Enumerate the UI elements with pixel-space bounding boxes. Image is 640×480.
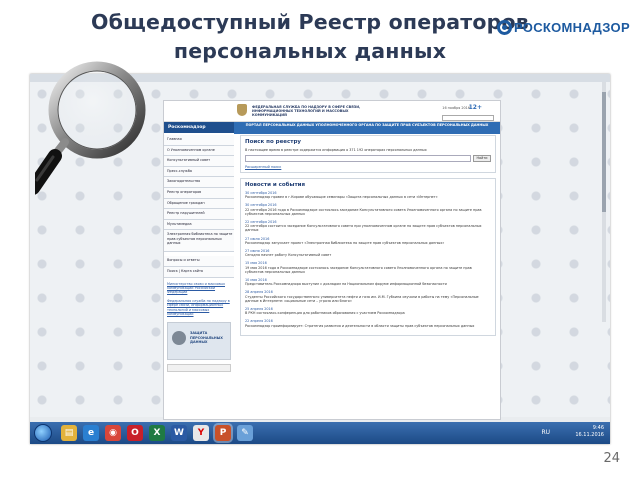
registry-website: Федеральная служба по надзору в сфере св… <box>163 100 501 420</box>
search-info: В настоящее время в реестре содержится и… <box>245 148 427 152</box>
slide-title: Общедоступный Реестр операторов персонал… <box>70 8 550 66</box>
news-box: Новости и события 30 сентября 2016 Роском… <box>240 178 496 336</box>
link-ministry[interactable]: Министерство связи и массовых коммуникац… <box>167 282 234 295</box>
site-header: Федеральная служба по надзору в сфере св… <box>164 101 500 122</box>
nav-item-search-sitemap[interactable]: Поиск | Карта сайта <box>164 266 234 278</box>
logo-text: РОСКОМНАДЗОР <box>514 19 630 35</box>
windows-explorer-icon[interactable]: ▤ <box>61 425 77 441</box>
yandex-browser-icon[interactable]: Y <box>193 425 209 441</box>
news-text: 22 сентября 2016 года в Роскомнадзоре со… <box>245 207 482 216</box>
link-roskomnadzor[interactable]: Федеральная служба по надзору в сфере св… <box>167 299 234 317</box>
news-text: Роскомнадзор провел в г.Кирове обучающие… <box>245 195 438 200</box>
registry-search-box: Поиск по реестру В настоящее время в рее… <box>240 135 496 173</box>
word-icon[interactable]: W <box>171 425 187 441</box>
main-content: Поиск по реестру В настоящее время в рее… <box>240 135 496 341</box>
news-text: 22 сентября состоится заседание Консульт… <box>245 224 482 233</box>
news-item[interactable]: 27 июня 2016 Сегодня начнет работу Консул… <box>245 249 491 257</box>
news-text: 19 мая 2016 года в Роскомнадзоре состоял… <box>245 265 472 274</box>
header-org-name: Федеральная служба по надзору в сфере св… <box>252 105 361 118</box>
coat-of-arms-icon <box>237 104 247 116</box>
scrollbar-thumb[interactable] <box>602 92 606 212</box>
nav-item-library[interactable]: Электронная библиотека по защите прав су… <box>164 230 234 253</box>
internet-explorer-icon[interactable]: e <box>83 425 99 441</box>
excel-icon[interactable]: X <box>149 425 165 441</box>
news-heading: Новости и события <box>245 182 306 188</box>
related-links: Министерство связи и массовых коммуникац… <box>164 282 234 317</box>
news-text: Сегодня начнет работу Консультативный со… <box>245 253 332 258</box>
news-item[interactable]: 28 апреля 2016 Студенты Российского госуд… <box>245 290 491 303</box>
clock-time: 9:46 <box>592 425 604 431</box>
news-text: Роскомнадзор запускает проект «Электронн… <box>245 240 445 245</box>
header-date: 16 ноября 2016 <box>442 106 470 110</box>
start-button[interactable] <box>34 424 52 442</box>
news-item[interactable]: 25 апреля 2016 В РКН состоялась конференц… <box>245 307 491 315</box>
windows-taskbar: ▤ e ◉ O X W Y P ✎ RU 9:46 16.11.2016 <box>30 422 610 444</box>
language-indicator[interactable]: RU <box>541 429 550 436</box>
advanced-search-link[interactable]: Расширенный поиск <box>245 165 491 169</box>
nav-item-violators-registry[interactable]: Реестр нарушителей <box>164 209 234 220</box>
google-chrome-icon[interactable]: ◉ <box>105 425 121 441</box>
system-clock[interactable]: 9:46 16.11.2016 <box>575 425 604 439</box>
portal-banner: Портал персональных данных Уполномоченно… <box>234 122 500 134</box>
opera-icon[interactable]: O <box>127 425 143 441</box>
powerpoint-icon[interactable]: P <box>215 425 231 441</box>
paint-icon[interactable]: ✎ <box>237 425 253 441</box>
banner-text: Защита персональных данных <box>190 331 223 345</box>
lock-icon <box>172 331 186 346</box>
news-item[interactable]: 15 мая 2016 19 мая 2016 года в Роскомнадз… <box>245 261 491 274</box>
news-item[interactable]: 22 сентября 2016 22 сентября состоится за… <box>245 220 491 233</box>
news-item[interactable]: 27 июля 2016 Роскомнадзор запускает проек… <box>245 237 491 245</box>
news-text: Студенты Российского государственного ун… <box>245 294 479 303</box>
news-item[interactable]: 22 апреля 2016 Роскомнадзор проинформируе… <box>245 319 491 327</box>
clock-date: 16.11.2016 <box>575 432 604 438</box>
protection-banner[interactable]: Защита персональных данных <box>167 322 231 361</box>
magnifying-glass-icon <box>35 61 146 195</box>
news-item[interactable]: 30 сентября 2016 22 сентября 2016 года в … <box>245 203 491 216</box>
roskomnadzor-emblem-icon <box>497 19 512 35</box>
registry-search-input[interactable] <box>245 155 471 162</box>
header-search-input[interactable] <box>442 115 494 121</box>
share-buttons[interactable] <box>167 364 231 373</box>
news-item[interactable]: 10 мая 2016 Представитель Роскомнадзора в… <box>245 278 491 286</box>
age-badge: 12+ <box>468 104 482 111</box>
nav-item-appeals[interactable]: Обращение граждан <box>164 198 234 210</box>
find-button[interactable]: Найти <box>473 155 491 162</box>
slide-title-line1: Общедоступный Реестр операторов <box>91 10 529 34</box>
page-scrollbar[interactable] <box>602 82 606 322</box>
news-text: Представитель Роскомнадзора выступил с д… <box>245 282 447 287</box>
news-text: Роскомнадзор проинформирует: Стратегия р… <box>245 323 475 328</box>
search-heading: Поиск по реестру <box>245 139 302 145</box>
nav-item-faq[interactable]: Вопросы и ответы <box>164 256 234 267</box>
news-text: В РКН состоялась конференция для работни… <box>245 311 405 316</box>
roskomnadzor-logo: РОСКОМНАДЗОР <box>497 16 630 38</box>
nav-item-multimedia[interactable]: Мультимедиа <box>164 219 234 231</box>
news-item[interactable]: 30 сентября 2016 Роскомнадзор провел в г.… <box>245 191 491 199</box>
slide-page-number: 24 <box>603 451 620 466</box>
